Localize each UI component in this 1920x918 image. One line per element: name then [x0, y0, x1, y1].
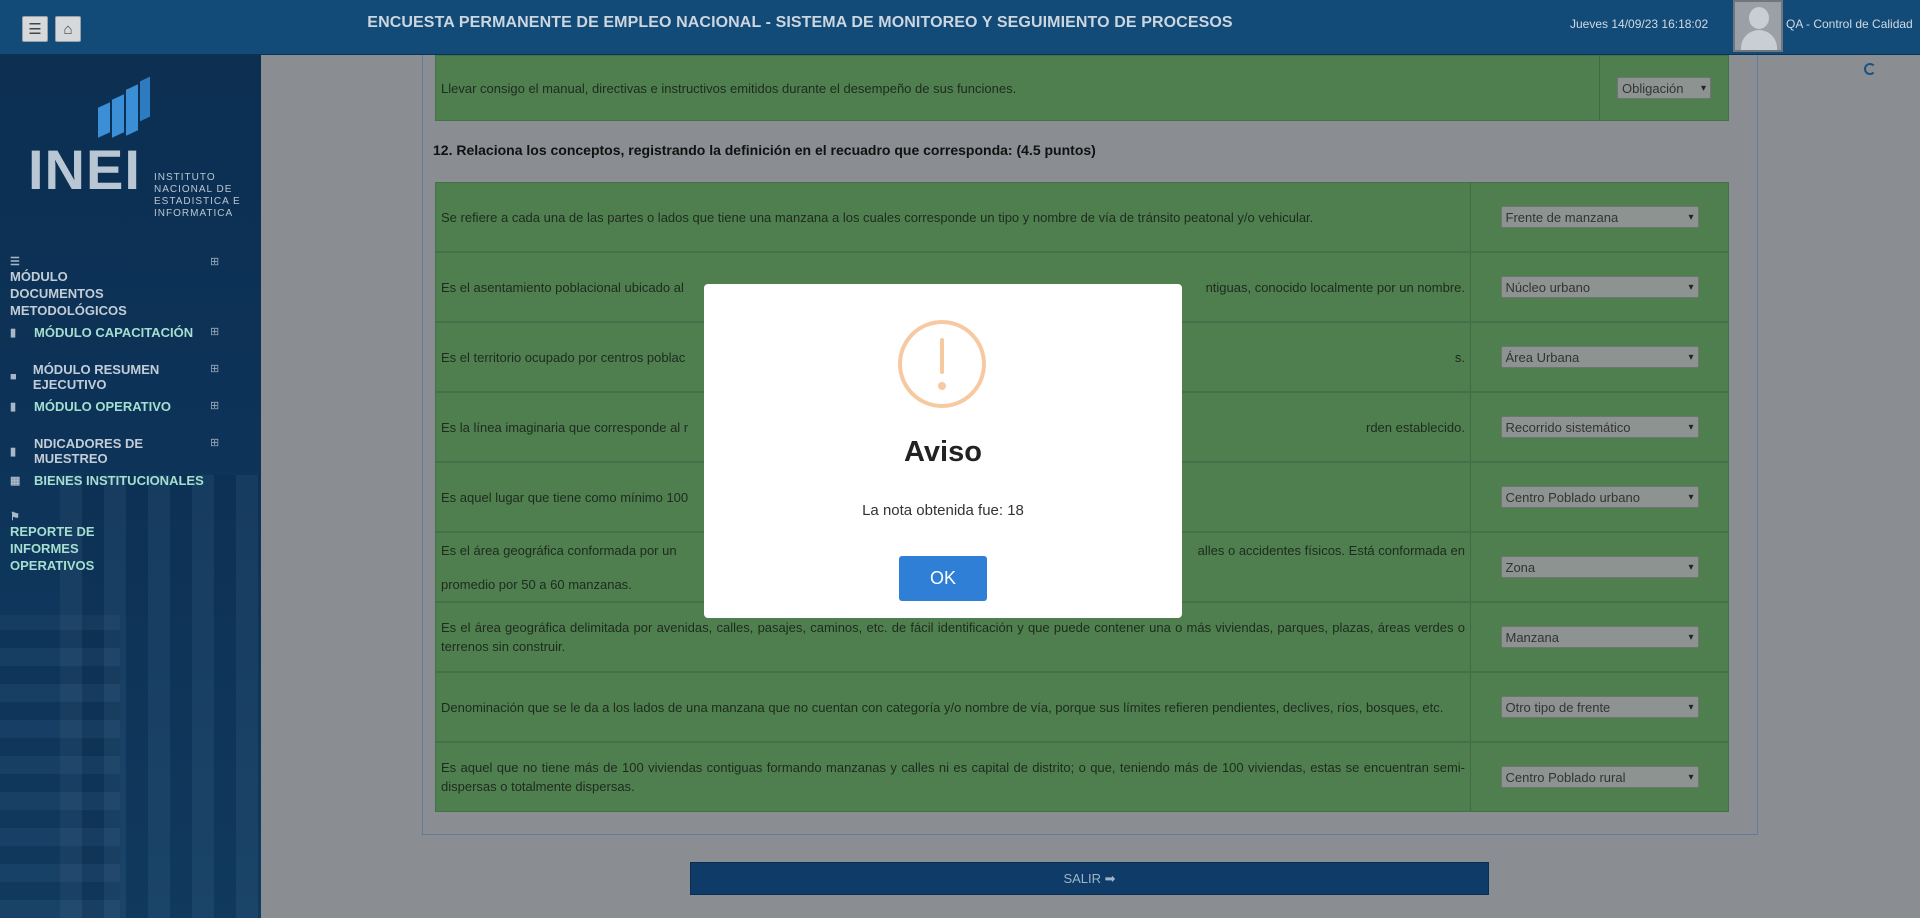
- sidebar-item-label: NDICADORES DE MUESTREO: [33, 436, 144, 466]
- avatar[interactable]: [1733, 0, 1783, 52]
- warning-icon: [898, 320, 986, 408]
- row-text: Llevar consigo el manual, directivas e i…: [436, 56, 1600, 120]
- bar-chart-icon: ▮: [10, 327, 17, 339]
- answer-select[interactable]: Recorrido sistemático ▾: [1500, 416, 1699, 438]
- row-text: Se refiere a cada una de las partes o la…: [436, 183, 1471, 251]
- chevron-down-icon: ▾: [1688, 421, 1694, 433]
- question-row: Se refiere a cada una de las partes o la…: [435, 182, 1729, 252]
- question-12-title: 12. Relaciona los conceptos, registrando…: [433, 142, 1096, 158]
- avatar-head-shape: [1749, 7, 1769, 29]
- datetime-display: Jueves 14/09/23 16:18:02: [1570, 17, 1709, 31]
- answer-select[interactable]: Área Urbana ▾: [1500, 346, 1699, 368]
- sidebar-item-label: REPORTE DE INFORMES OPERATIVOS: [10, 524, 95, 573]
- answer-select[interactable]: Centro Poblado urbano ▾: [1500, 486, 1699, 508]
- chevron-down-icon: ▾: [1688, 491, 1694, 503]
- ok-button[interactable]: OK: [899, 556, 987, 601]
- sidebar-item-resumen[interactable]: ■ MÓDULO RESUMEN EJECUTIVO: [10, 362, 220, 392]
- loading-spinner-icon: [1864, 63, 1876, 75]
- question-row: Es aquel que no tiene más de 100 viviend…: [435, 742, 1729, 812]
- row-select-cell: Otro tipo de frente ▾: [1471, 673, 1728, 741]
- chevron-down-icon: ▾: [1688, 281, 1694, 293]
- sidebar-item-label: MÓDULO CAPACITACIÓN: [34, 325, 194, 340]
- answer-select[interactable]: Zona ▾: [1500, 556, 1699, 578]
- inei-logo: INEI INSTITUTO NACIONAL DE ESTADISTICA E…: [28, 75, 240, 219]
- logo-subtitle: INSTITUTO NACIONAL DE ESTADISTICA E INFO…: [154, 172, 241, 219]
- hamburger-icon: ☰: [28, 21, 42, 38]
- briefcase-icon: ■: [10, 371, 17, 383]
- answer-select[interactable]: Núcleo urbano ▾: [1500, 276, 1699, 298]
- sidebar-item-documentos[interactable]: ☰ MÓDULO DOCUMENTOS METODOLÓGICOS: [10, 255, 220, 319]
- home-icon: ⌂: [63, 20, 73, 38]
- dialog-message: La nota obtenida fue: 18: [862, 502, 1024, 519]
- row-text: Es aquel que no tiene más de 100 viviend…: [436, 743, 1471, 811]
- dialog-title: Aviso: [904, 436, 982, 468]
- logo-bars-icon: [98, 75, 168, 138]
- answer-select[interactable]: Obligación ▾: [1617, 77, 1711, 99]
- sidebar-item-bienes[interactable]: ▦ BIENES INSTITUCIONALES: [10, 473, 220, 488]
- chevron-down-icon: ▾: [1688, 701, 1694, 713]
- sidebar-item-label: MÓDULO OPERATIVO: [34, 399, 171, 414]
- logo-text: INEI: [28, 138, 141, 201]
- flag-icon: ⚑: [10, 511, 20, 523]
- home-button[interactable]: ⌂: [55, 16, 81, 42]
- row-select-cell: Recorrido sistemático ▾: [1471, 393, 1728, 461]
- bar-chart-icon: ▮: [10, 445, 17, 458]
- sidebar-item-capacitacion[interactable]: ▮ MÓDULO CAPACITACIÓN: [10, 325, 220, 340]
- hamburger-menu-button[interactable]: ☰: [22, 16, 48, 42]
- database-icon: ☰: [10, 256, 20, 268]
- sidebar-item-operativo[interactable]: ▮ MÓDULO OPERATIVO: [10, 399, 220, 414]
- sidebar-item-label: MÓDULO DOCUMENTOS METODOLÓGICOS: [10, 269, 127, 318]
- table-icon: ▦: [10, 475, 21, 487]
- answer-select[interactable]: Frente de manzana ▾: [1500, 206, 1699, 228]
- row-select-cell: Núcleo urbano ▾: [1471, 253, 1728, 321]
- chevron-down-icon: ▾: [1700, 82, 1706, 94]
- sidebar-item-label: BIENES INSTITUCIONALES: [34, 473, 204, 488]
- expand-icon[interactable]: ⊞: [210, 399, 219, 412]
- sidebar-item-label: MÓDULO RESUMEN EJECUTIVO: [32, 362, 160, 392]
- chevron-down-icon: ▾: [1688, 211, 1694, 223]
- building-background-left: [0, 615, 120, 918]
- answer-select[interactable]: Otro tipo de frente ▾: [1500, 696, 1699, 718]
- user-name[interactable]: QA - Control de Calidad: [1786, 17, 1913, 31]
- expand-icon[interactable]: ⊞: [210, 362, 219, 375]
- sidebar: INEI INSTITUTO NACIONAL DE ESTADISTICA E…: [0, 55, 261, 918]
- avatar-body-shape: [1741, 30, 1777, 50]
- chevron-down-icon: ▾: [1688, 351, 1694, 363]
- row-select-cell: Zona ▾: [1471, 533, 1728, 601]
- expand-icon[interactable]: ⊞: [210, 325, 219, 338]
- answer-select[interactable]: Centro Poblado rural ▾: [1500, 766, 1699, 788]
- row-select-cell: Área Urbana ▾: [1471, 323, 1728, 391]
- expand-icon[interactable]: ⊞: [210, 255, 219, 268]
- bar-chart-icon: ▮: [10, 401, 17, 413]
- sidebar-item-reporte[interactable]: ⚑ REPORTE DE INFORMES OPERATIVOS: [10, 510, 220, 574]
- row-select-cell: Frente de manzana ▾: [1471, 183, 1728, 251]
- row-select-cell: Centro Poblado rural ▾: [1471, 743, 1728, 811]
- top-header: ☰ ⌂ ENCUESTA PERMANENTE DE EMPLEO NACION…: [0, 0, 1920, 55]
- alert-dialog: Aviso La nota obtenida fue: 18 OK: [704, 284, 1182, 618]
- row-select-cell: Manzana ▾: [1471, 603, 1728, 671]
- row-text: Denominación que se le da a los lados de…: [436, 673, 1471, 741]
- chevron-down-icon: ▾: [1688, 631, 1694, 643]
- question-row-prev: Llevar consigo el manual, directivas e i…: [435, 55, 1729, 121]
- app-title: ENCUESTA PERMANENTE DE EMPLEO NACIONAL -…: [367, 14, 1233, 31]
- expand-icon[interactable]: ⊞: [210, 436, 219, 449]
- row-select-cell: Obligación ▾: [1600, 56, 1728, 120]
- chevron-down-icon: ▾: [1688, 561, 1694, 573]
- sidebar-item-indicadores[interactable]: ▮ NDICADORES DE MUESTREO: [10, 436, 220, 466]
- row-select-cell: Centro Poblado urbano ▾: [1471, 463, 1728, 531]
- question-row: Denominación que se le da a los lados de…: [435, 672, 1729, 742]
- exit-button[interactable]: SALIR ➡: [690, 862, 1489, 895]
- answer-select[interactable]: Manzana ▾: [1500, 626, 1699, 648]
- chevron-down-icon: ▾: [1688, 771, 1694, 783]
